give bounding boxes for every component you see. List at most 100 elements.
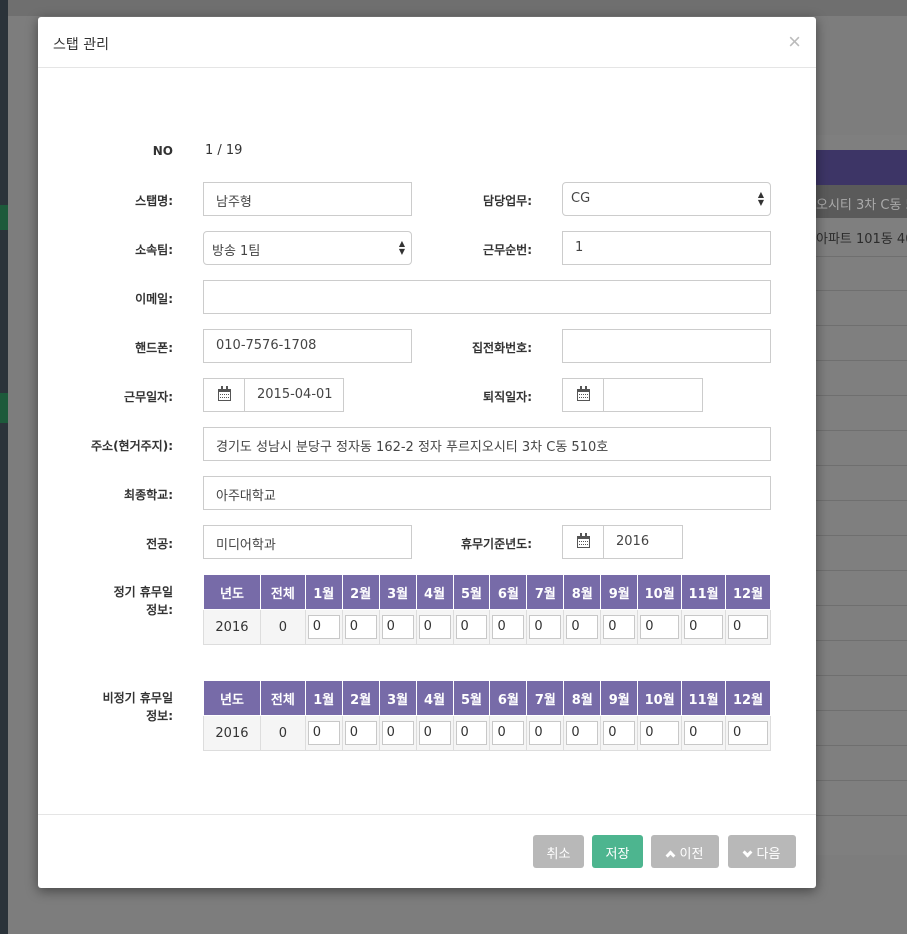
month-input[interactable]: 0 [529,615,562,639]
month-input[interactable]: 0 [381,615,414,639]
table-row: 2016 0 0 0 0 0 0 0 0 0 0 0 0 0 [203,715,771,751]
modal-body: NO 1 / 19 스탭명: 남주형 담당업무: CG ▲ ▼ 소속팀: 방송 1… [38,68,816,814]
email-input[interactable] [203,280,771,314]
irregular-leave-table: 년도 전체 1월 2월 3월 4월 5월 6월 7월 8월 9월 10월 11월 12월 2016 0 0 0 0… [203,680,771,751]
background-row-text: 아파트 101동 401 [816,232,907,247]
team-select[interactable]: 방송 1팀 ▲ ▼ [203,231,412,265]
month-cell: 0 [725,715,771,751]
no-value: 1 / 19 [205,143,243,158]
month-input[interactable]: 0 [566,721,599,745]
table-row: 2016 0 0 0 0 0 0 0 0 0 0 0 0 0 [203,609,771,645]
month-input[interactable]: 0 [455,615,488,639]
month-input[interactable]: 0 [603,721,636,745]
regular-leave-table: 년도 전체 1월 2월 3월 4월 5월 6월 7월 8월 9월 10월 11월 12월 2016 0 0 0 0… [203,574,771,645]
background-sidebar [0,0,8,934]
month-input[interactable]: 0 [684,615,724,639]
month-input[interactable]: 0 [529,721,562,745]
leave-base-year-calendar-button[interactable] [562,525,604,559]
month-cell: 0 [304,715,343,751]
year-cell: 2016 [203,715,261,751]
month-cell: 0 [489,715,528,751]
background-row-line [816,640,907,641]
calendar-icon [577,386,590,401]
home-phone-input[interactable] [562,329,771,363]
major-input[interactable]: 미디어학과 [203,525,412,559]
month-input[interactable]: 0 [728,615,768,639]
no-label: NO [152,144,173,158]
background-row-line [816,325,907,326]
work-date-input[interactable]: 2015-04-01 [244,378,344,412]
leave-base-year-input[interactable]: 2016 [603,525,683,559]
duty-label: 담당업무: [483,194,532,208]
month-input[interactable]: 0 [640,615,680,639]
irregular-leave-label: 비정기 휴무일 정보: [68,689,173,725]
column-header: 11월 [681,574,727,610]
staff-name-label: 스탭명: [135,194,173,208]
column-header: 년도 [203,574,261,610]
month-input[interactable]: 0 [455,721,488,745]
month-input[interactable]: 0 [728,721,768,745]
background-row-line [816,710,907,711]
column-header: 3월 [378,574,417,610]
month-input[interactable]: 0 [492,721,525,745]
month-input[interactable]: 0 [418,615,451,639]
work-order-input[interactable]: 1 [562,231,771,265]
school-label: 최종학교: [124,488,173,502]
month-input[interactable]: 0 [566,615,599,639]
month-cell: 0 [304,609,343,645]
modal-title: 스탭 관리 [53,37,109,53]
month-input[interactable]: 0 [492,615,525,639]
month-cell: 0 [725,609,771,645]
background-row-line [816,535,907,536]
previous-button[interactable]: 이전 [651,835,719,868]
school-input[interactable]: 아주대학교 [203,476,771,510]
address-input[interactable]: 경기도 성남시 분당구 정자동 162-2 정자 푸르지오시티 3차 C동 51… [203,427,771,461]
month-input[interactable]: 0 [640,721,680,745]
irregular-leave-label-line2: 정보: [146,709,173,723]
column-header: 4월 [415,680,454,716]
leave-date-input[interactable] [603,378,703,412]
month-input[interactable]: 0 [381,721,414,745]
background-selected-row: 오시티 3차 C동 51 [816,185,907,218]
month-cell: 0 [341,715,380,751]
close-icon[interactable]: × [788,29,801,55]
year-cell: 2016 [203,609,261,645]
mobile-input[interactable]: 010-7576-1708 [203,329,412,363]
leave-date-calendar-button[interactable] [562,378,604,412]
month-cell: 0 [452,609,491,645]
column-header: 6월 [489,574,528,610]
background-row-line [816,780,907,781]
select-arrows-icon: ▲ ▼ [757,190,764,207]
month-cell: 0 [341,609,380,645]
background-table-header [816,150,907,185]
work-date-calendar-button[interactable] [203,378,245,412]
irregular-leave-label-line1: 비정기 휴무일 [102,691,173,705]
month-cell: 0 [600,715,639,751]
column-header: 2월 [341,574,380,610]
column-header: 9월 [600,680,639,716]
duty-select-value: CG [571,191,591,206]
month-input[interactable]: 0 [418,721,451,745]
duty-select[interactable]: CG ▲ ▼ [562,182,771,216]
month-input[interactable]: 0 [684,721,724,745]
save-button[interactable]: 저장 [592,835,643,868]
leave-date-label: 퇴직일자: [483,390,532,404]
column-header: 12월 [725,680,771,716]
column-header: 11월 [681,680,727,716]
month-input[interactable]: 0 [307,721,340,745]
background-topbar [8,0,907,16]
regular-leave-label-line1: 정기 휴무일 [113,585,173,599]
staff-name-input[interactable]: 남주형 [203,182,412,216]
next-button[interactable]: 다음 [728,835,796,868]
cancel-button[interactable]: 취소 [533,835,584,868]
column-header: 8월 [563,574,602,610]
month-cell: 0 [681,609,727,645]
column-header: 4월 [415,574,454,610]
column-header: 5월 [452,574,491,610]
month-input[interactable]: 0 [344,615,377,639]
background-row-line [816,256,907,257]
modal-footer: 취소 저장 이전 다음 [38,814,816,888]
month-input[interactable]: 0 [307,615,340,639]
month-input[interactable]: 0 [603,615,636,639]
month-input[interactable]: 0 [344,721,377,745]
